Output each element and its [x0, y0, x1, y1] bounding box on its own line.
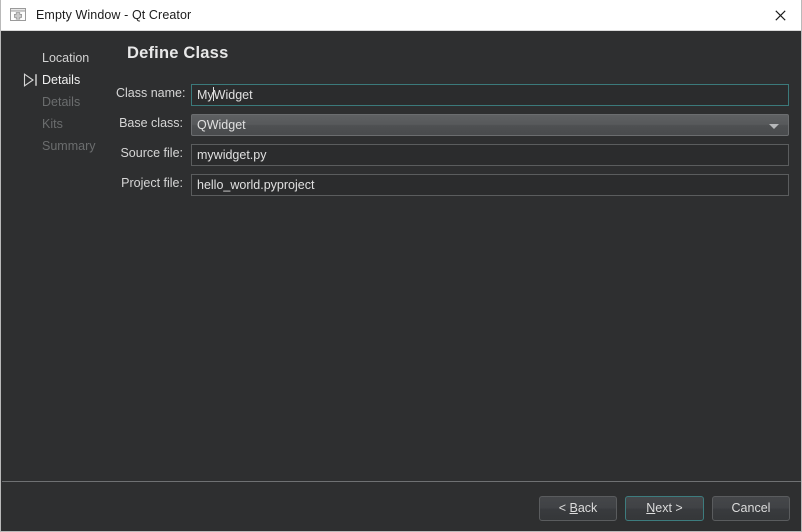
back-button-prefix: <	[559, 501, 570, 515]
class-name-input[interactable]: MyWidget	[191, 84, 789, 106]
chevron-down-icon[interactable]	[769, 124, 779, 129]
label-class-name: Class name:	[116, 86, 183, 100]
sidebar-item-summary: Summary	[42, 138, 95, 155]
wizard-step-sidebar: Location Details Details Kits Summary	[1, 31, 116, 532]
back-button[interactable]: < Back	[539, 496, 617, 521]
sidebar-item-kits: Kits	[42, 116, 63, 133]
window-widget-icon	[9, 6, 27, 24]
sidebar-item-details[interactable]: Details	[42, 72, 80, 89]
sidebar-item-details-2: Details	[42, 94, 80, 111]
page-title: Define Class	[127, 44, 228, 63]
label-project-file: Project file:	[116, 176, 183, 190]
base-class-value: QWidget	[197, 118, 246, 132]
project-file-input[interactable]: hello_world.pyproject	[191, 174, 789, 196]
form-row-base-class: Base class: QWidget	[116, 114, 802, 136]
form-row-project-file: Project file: hello_world.pyproject	[116, 174, 802, 196]
step-arrow-icon	[23, 73, 42, 87]
back-button-suffix: ack	[578, 501, 597, 515]
window-title: Empty Window - Qt Creator	[36, 8, 191, 22]
label-base-class: Base class:	[116, 116, 183, 130]
next-button-mnemonic: N	[646, 501, 655, 515]
next-button[interactable]: Next >	[625, 496, 704, 521]
close-icon[interactable]	[758, 0, 802, 30]
source-file-input[interactable]: mywidget.py	[191, 144, 789, 166]
sidebar-item-location[interactable]: Location	[42, 50, 89, 67]
cancel-button[interactable]: Cancel	[712, 496, 790, 521]
base-class-select[interactable]: QWidget	[191, 114, 789, 136]
wizard-page-content: Define Class Class name: MyWidget Base c…	[116, 31, 802, 481]
class-name-value-before-caret: My	[197, 88, 214, 102]
dialog-button-bar: < Back Next > Cancel	[1, 482, 802, 532]
next-button-suffix: ext >	[655, 501, 682, 515]
title-bar: Empty Window - Qt Creator	[1, 0, 802, 31]
label-source-file: Source file:	[116, 146, 183, 160]
back-button-mnemonic: B	[569, 501, 577, 515]
dialog-window: Empty Window - Qt Creator Location Detai…	[0, 0, 802, 532]
class-name-value-after-caret: Widget	[214, 88, 253, 102]
form-row-class-name: Class name: MyWidget	[116, 84, 802, 106]
form-row-source-file: Source file: mywidget.py	[116, 144, 802, 166]
